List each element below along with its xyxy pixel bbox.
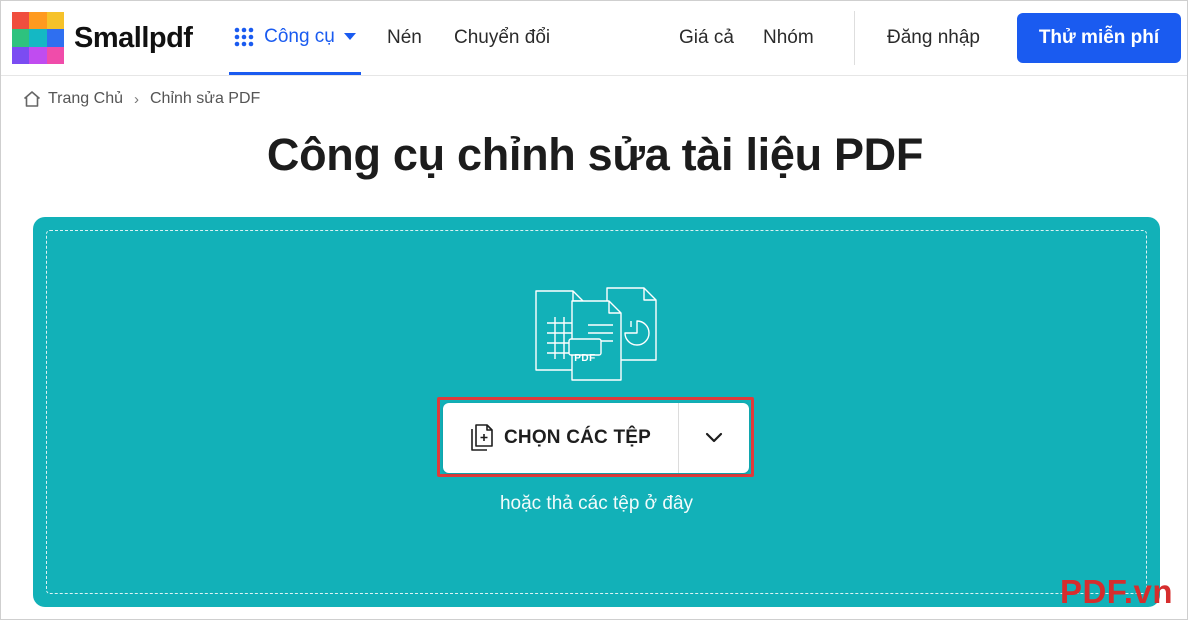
brand-name: Smallpdf	[74, 21, 193, 54]
illustration-pdf-badge: PDF	[574, 353, 596, 364]
add-file-icon	[471, 424, 493, 451]
breadcrumb-home[interactable]: Trang Chủ	[48, 90, 123, 108]
breadcrumb-separator: ›	[134, 90, 139, 108]
page-title: Công cụ chỉnh sửa tài liệu PDF	[266, 129, 924, 180]
nav-divider	[854, 11, 855, 65]
more-sources-dropdown[interactable]	[679, 403, 749, 473]
choose-files-group: CHỌN CÁC TỆP	[443, 403, 749, 473]
nav-convert[interactable]: Chuyển đổi	[454, 1, 550, 75]
nav-pricing[interactable]: Giá cả	[679, 1, 734, 75]
caret-down-icon	[343, 33, 356, 40]
smallpdf-logo-icon	[12, 12, 64, 64]
chevron-down-icon	[705, 432, 723, 443]
top-header: Smallpdf Công cụ Nén Chuyển đổi Giá cả N…	[1, 1, 1187, 76]
try-free-button[interactable]: Thử miễn phí	[1017, 13, 1181, 63]
nav-tools-label: Công cụ	[264, 25, 335, 47]
choose-files-button[interactable]: CHỌN CÁC TỆP	[443, 403, 678, 473]
documents-illustration-icon	[535, 287, 657, 381]
nav-team[interactable]: Nhóm	[763, 1, 814, 75]
home-icon	[23, 91, 41, 107]
breadcrumb-current: Chỉnh sửa PDF	[150, 90, 261, 107]
breadcrumb: Trang Chủ › Chỉnh sửa PDF	[22, 88, 260, 110]
nav-compress[interactable]: Nén	[387, 1, 422, 75]
choose-files-label: CHỌN CÁC TỆP	[503, 427, 651, 448]
grid-icon	[234, 27, 254, 46]
drop-hint-text: hoặc thả các tệp ở đây	[499, 493, 694, 514]
file-dropzone[interactable]: PDF CHỌN CÁC TỆP hoặc thả các tệp ở đây	[33, 217, 1160, 607]
login-link[interactable]: Đăng nhập	[887, 1, 980, 75]
logo[interactable]: Smallpdf	[12, 12, 193, 64]
watermark-logo: PDF.vn	[1059, 573, 1173, 610]
nav-tools-menu[interactable]: Công cụ	[229, 1, 361, 75]
